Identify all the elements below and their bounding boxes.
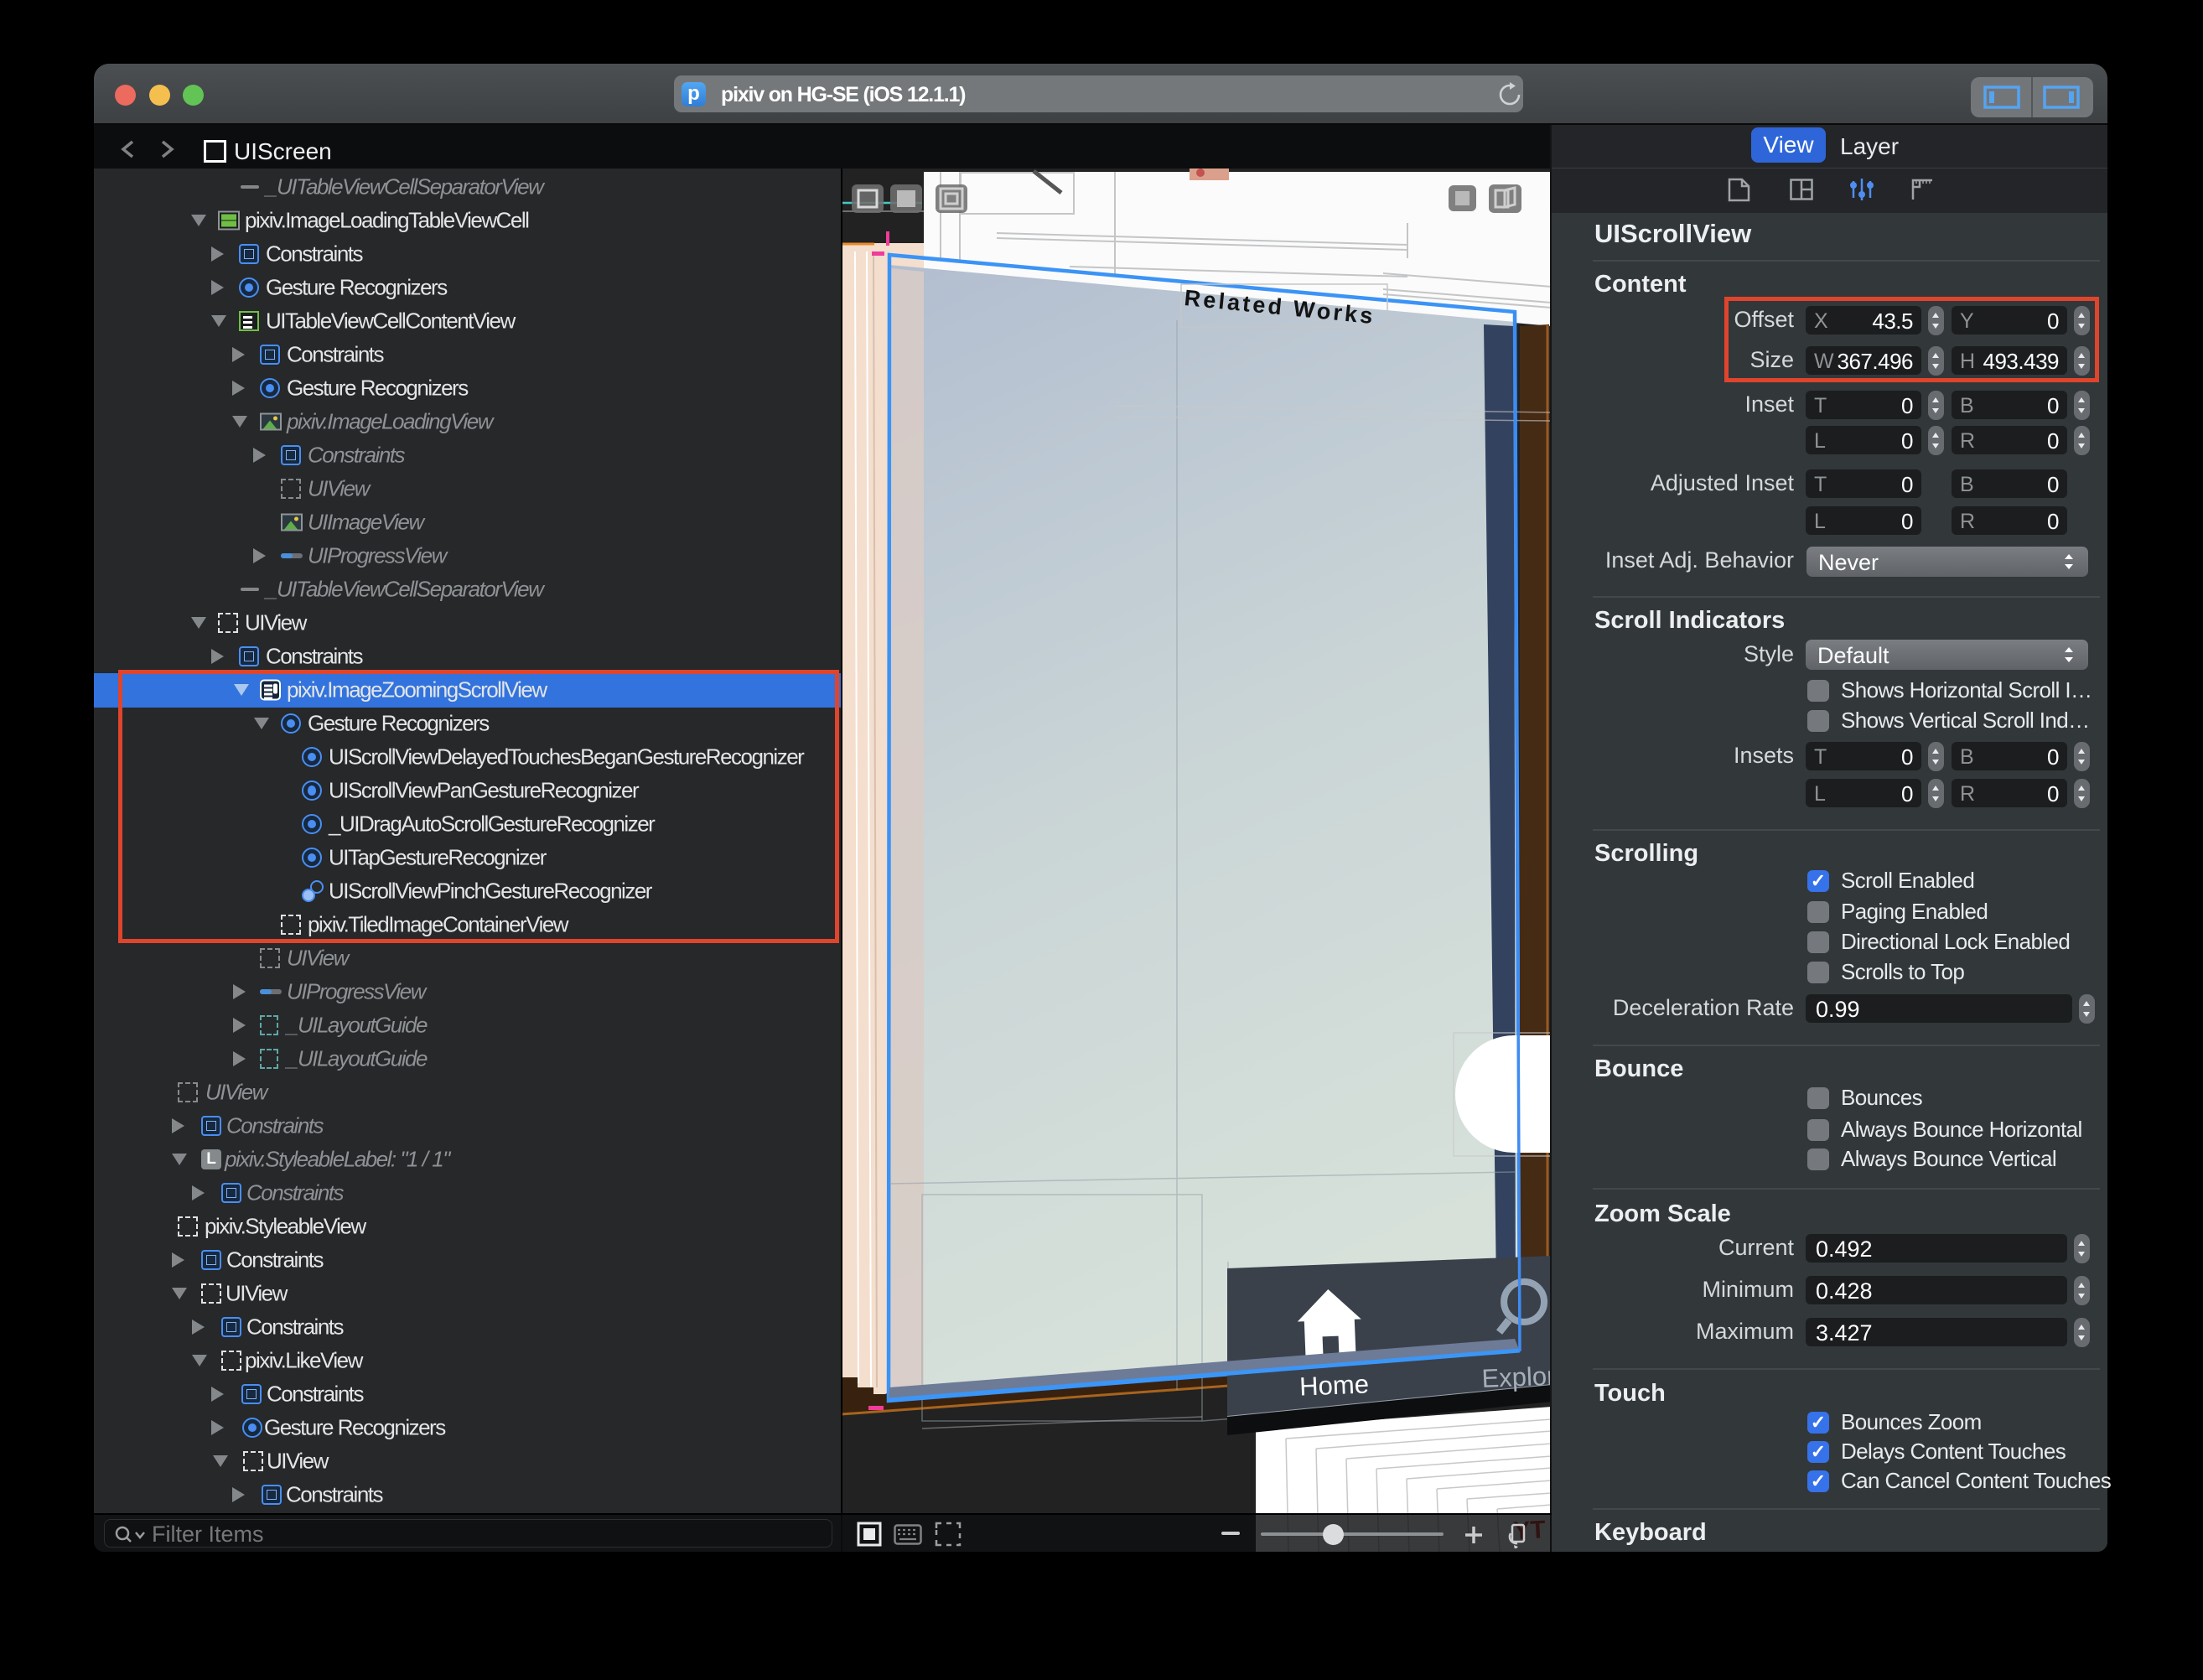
svg-text:Home: Home	[1299, 1369, 1370, 1401]
svg-text:Explore: Explore	[1481, 1361, 1552, 1393]
